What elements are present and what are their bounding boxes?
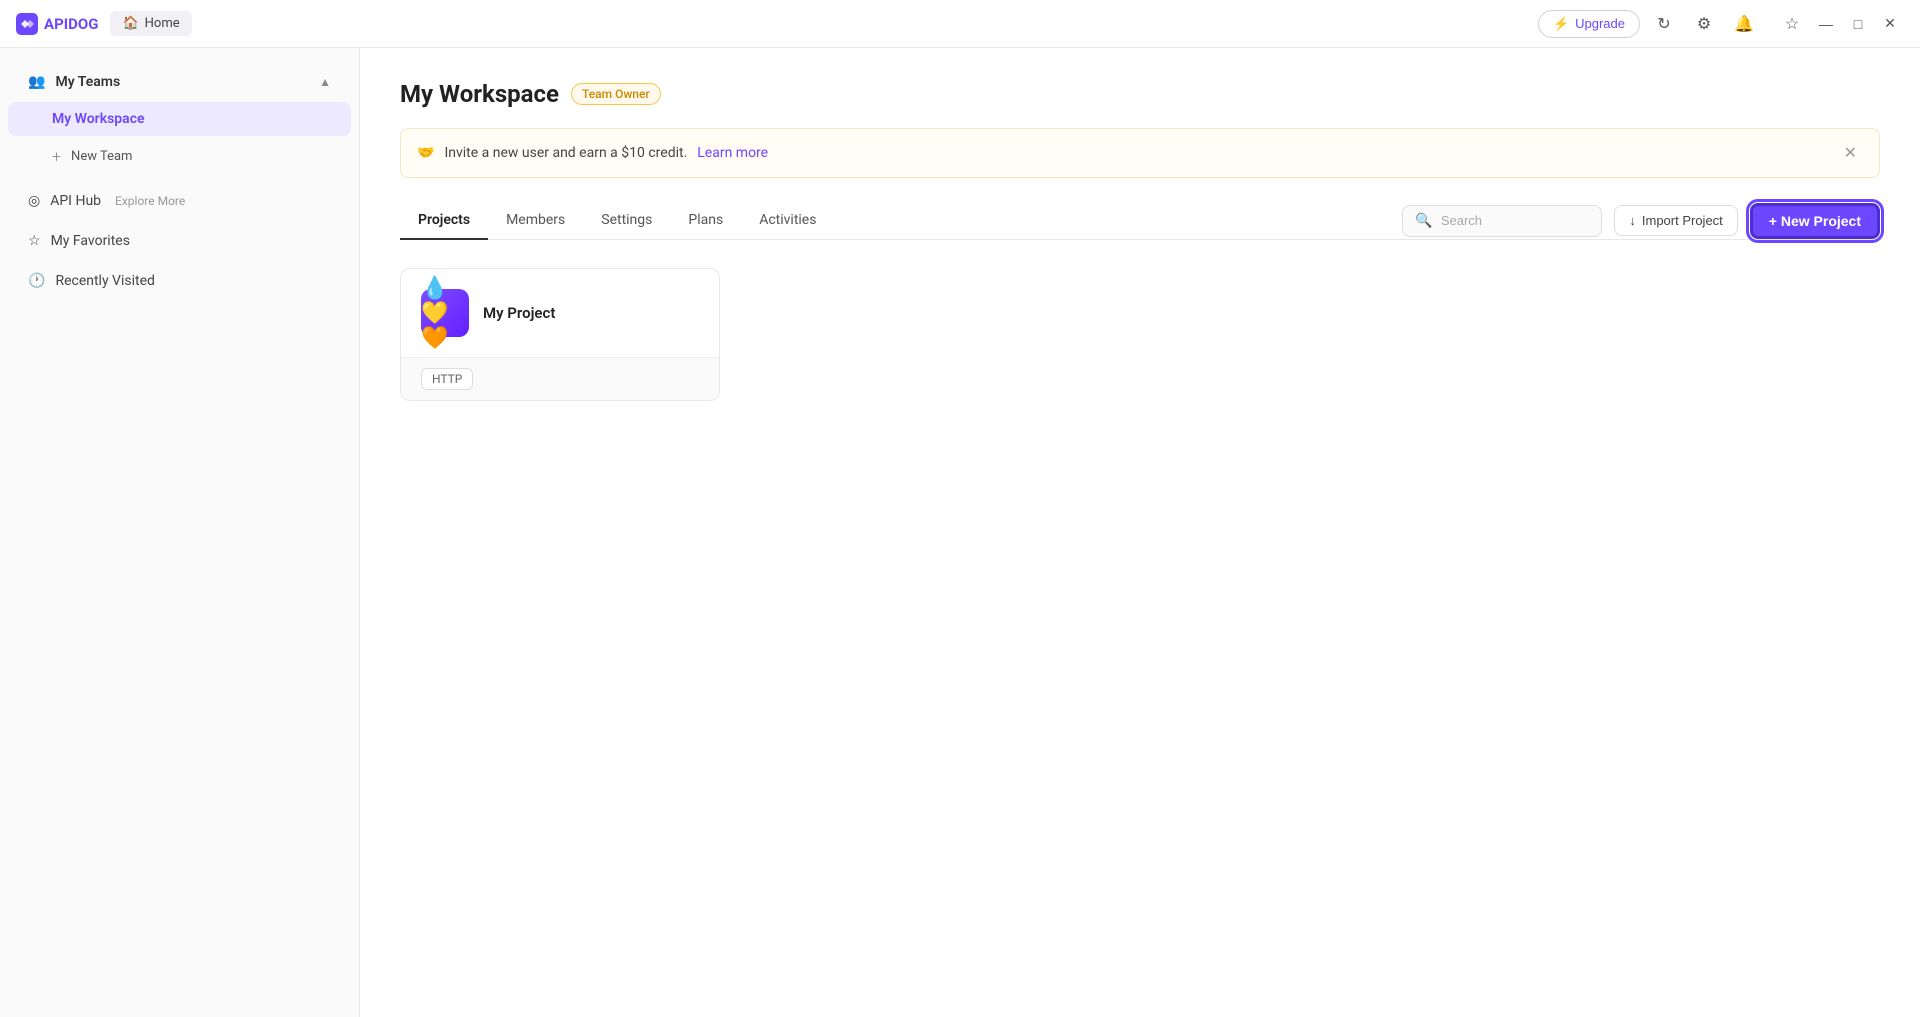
search-icon: 🔍 [1415,213,1432,229]
my-favorites-label: My Favorites [51,233,130,249]
home-tab-label: Home [145,16,180,31]
bookmark-icon: ☆ [1785,14,1799,34]
my-teams-section: 👥 My Teams ▲ My Workspace + New Team [0,64,359,177]
maximize-icon: □ [1854,16,1862,32]
search-input[interactable] [1441,213,1590,228]
sidebar-item-new-team[interactable]: + New Team [8,138,351,175]
project-name: My Project [483,304,555,322]
my-workspace-label: My Workspace [52,111,145,127]
tab-plans[interactable]: Plans [670,202,741,240]
tabs-bar: Projects Members Settings Plans Activiti… [400,202,1880,240]
recently-visited-label: Recently Visited [55,273,154,289]
api-hub-secondary: Explore More [115,194,185,208]
project-type-badge: HTTP [421,368,473,390]
invite-text: Invite a new user and earn a $10 credit. [444,145,687,161]
star-icon: ☆ [28,233,41,249]
new-team-label: New Team [71,149,132,164]
project-card-top: 💧💛🧡 My Project [401,269,719,357]
plus-icon: + [52,147,61,166]
logo-icon [16,13,38,35]
window-controls: ☆ — □ ✕ [1776,8,1904,40]
search-box[interactable]: 🔍 [1402,205,1602,237]
chevron-up-icon: ▲ [319,75,331,89]
project-emoji: 💧💛🧡 [421,276,469,351]
import-icon: ↓ [1629,213,1636,228]
tabs-actions: 🔍 ↓ Import Project + New Project [1402,203,1880,239]
sidebar-item-my-workspace[interactable]: My Workspace [8,102,351,136]
my-teams-title-group: 👥 My Teams [28,74,120,90]
tab-activities[interactable]: Activities [741,202,834,240]
team-owner-badge: Team Owner [571,83,661,105]
invite-banner-content: 🤝 Invite a new user and earn a $10 credi… [417,145,768,161]
home-tab[interactable]: 🏠 Home [110,11,191,36]
tab-projects[interactable]: Projects [400,202,488,240]
invite-learn-more-link[interactable]: Learn more [697,145,768,161]
import-project-button[interactable]: ↓ Import Project [1614,205,1737,236]
settings-button[interactable]: ⚙ [1688,8,1720,40]
page-header: My Workspace Team Owner [400,80,1880,108]
invite-banner: 🤝 Invite a new user and earn a $10 credi… [400,128,1880,178]
my-teams-header[interactable]: 👥 My Teams ▲ [8,64,351,100]
api-hub-label: API Hub [50,193,101,209]
home-icon: 🏠 [122,16,138,31]
projects-grid: 💧💛🧡 My Project HTTP [400,268,1880,401]
new-project-label: + New Project [1769,213,1861,229]
upgrade-icon: ⚡ [1553,16,1569,32]
minimize-icon: — [1819,16,1833,32]
close-button[interactable]: ✕ [1876,10,1904,38]
tabs-list: Projects Members Settings Plans Activiti… [400,202,834,239]
upgrade-label: Upgrade [1575,16,1625,31]
clock-icon: 🕐 [28,273,45,289]
upgrade-button[interactable]: ⚡ Upgrade [1538,10,1640,38]
bell-icon: 🔔 [1734,14,1754,34]
app-logo[interactable]: APIDOG [16,13,98,35]
sidebar: 👥 My Teams ▲ My Workspace + New Team ◎ A… [0,48,360,1017]
maximize-button[interactable]: □ [1844,10,1872,38]
import-project-label: Import Project [1642,213,1723,228]
app-name: APIDOG [44,15,98,33]
banner-close-button[interactable]: ✕ [1838,141,1863,165]
bookmark-button[interactable]: ☆ [1776,8,1808,40]
titlebar: APIDOG 🏠 Home ⚡ Upgrade ↻ ⚙ 🔔 ☆ — [0,0,1920,48]
titlebar-left: APIDOG 🏠 Home [16,11,192,36]
refresh-icon: ↻ [1657,14,1670,34]
refresh-button[interactable]: ↻ [1648,8,1680,40]
minimize-button[interactable]: — [1812,10,1840,38]
sidebar-item-recently-visited[interactable]: 🕐 Recently Visited [8,263,351,299]
tab-members[interactable]: Members [488,202,583,240]
sidebar-item-api-hub[interactable]: ◎ API Hub Explore More [8,183,351,219]
close-icon: ✕ [1884,15,1896,32]
close-icon: ✕ [1844,145,1857,162]
main-content: My Workspace Team Owner 🤝 Invite a new u… [360,48,1920,1017]
project-icon: 💧💛🧡 [421,289,469,337]
project-card-my-project[interactable]: 💧💛🧡 My Project HTTP [400,268,720,401]
api-hub-icon: ◎ [28,193,40,209]
app-body: 👥 My Teams ▲ My Workspace + New Team ◎ A… [0,48,1920,1017]
invite-emoji-icon: 🤝 [417,145,434,161]
people-icon: 👥 [28,74,45,90]
tab-settings[interactable]: Settings [583,202,670,240]
sidebar-item-my-favorites[interactable]: ☆ My Favorites [8,223,351,259]
project-card-bottom: HTTP [401,357,719,400]
titlebar-right: ⚡ Upgrade ↻ ⚙ 🔔 ☆ — □ ✕ [1538,8,1904,40]
my-teams-label: My Teams [55,74,120,90]
gear-icon: ⚙ [1697,14,1711,34]
new-project-button[interactable]: + New Project [1750,203,1880,239]
notifications-button[interactable]: 🔔 [1728,8,1760,40]
page-title: My Workspace [400,80,559,108]
